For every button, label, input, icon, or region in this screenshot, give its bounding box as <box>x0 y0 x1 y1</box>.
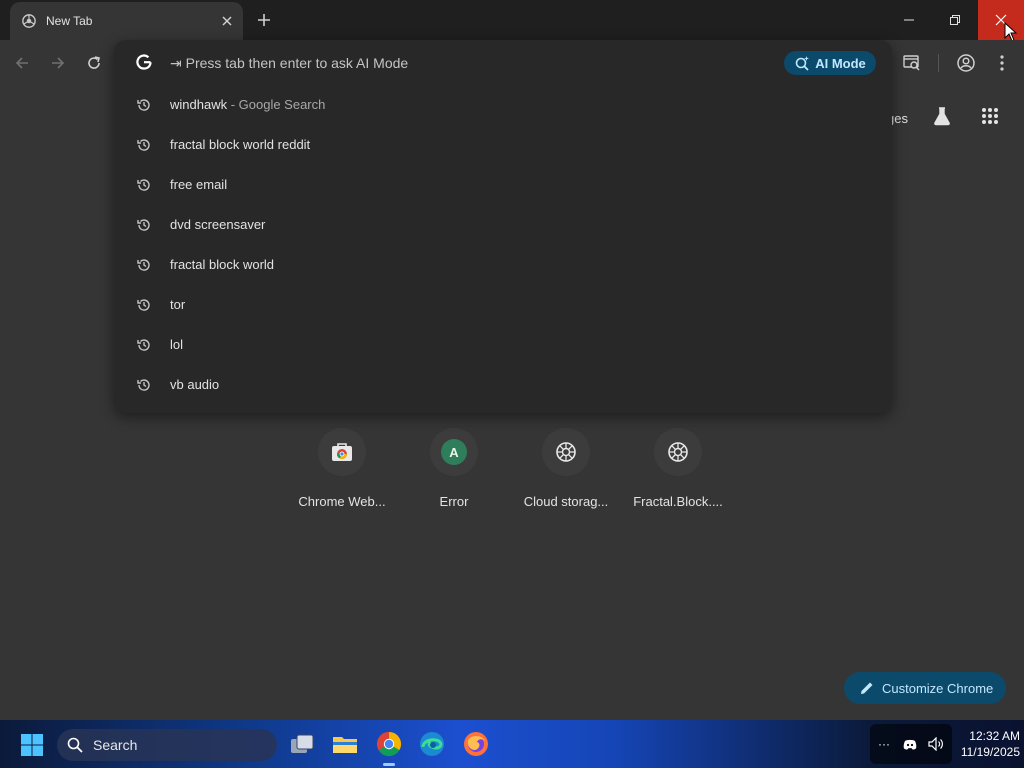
shortcut-tile[interactable]: Cloud storag... <box>510 428 622 509</box>
windows-start-icon[interactable] <box>20 733 44 757</box>
profile-button[interactable] <box>954 51 978 75</box>
volume-icon[interactable] <box>928 736 944 752</box>
labs-button[interactable] <box>930 104 954 128</box>
arrow-left-icon <box>15 57 28 69</box>
folder-icon <box>333 737 357 753</box>
history-icon <box>137 99 150 111</box>
suggestion-text: dvd screensaver <box>170 217 266 232</box>
omnibox-suggestion[interactable]: free email <box>114 165 892 205</box>
title-bar: New Tab <box>0 0 1024 42</box>
chrome-favicon-icon <box>22 14 36 28</box>
taskbar-clock[interactable]: 12:32 AM 11/19/2025 <box>950 728 1020 760</box>
history-icon <box>137 219 150 231</box>
shortcut-tile[interactable]: Fractal.Block.... <box>622 428 734 509</box>
close-tab-icon[interactable] <box>217 11 237 31</box>
globe-icon <box>556 442 576 462</box>
globe-icon <box>668 442 688 462</box>
omnibox-input[interactable]: ⇥ Press tab then enter to ask AI Mode AI… <box>114 40 892 86</box>
plus-icon <box>258 14 270 26</box>
customize-chrome-button[interactable]: Customize Chrome <box>844 672 1006 704</box>
omnibox-suggestion[interactable]: tor <box>114 285 892 325</box>
forward-button[interactable] <box>46 51 70 75</box>
suggestion-text: free email <box>170 177 228 192</box>
search-icon <box>67 737 83 753</box>
flask-icon <box>934 107 950 126</box>
reload-icon <box>88 56 100 69</box>
tab-search-button[interactable] <box>900 51 924 75</box>
ai-mode-label: AI Mode <box>815 55 866 71</box>
history-icon <box>137 179 150 191</box>
task-view-icon <box>291 734 314 753</box>
more-icon[interactable]: ··· <box>876 736 892 752</box>
omnibox-dropdown: ⇥ Press tab then enter to ask AI Mode AI… <box>114 40 892 413</box>
chrome-icon <box>376 732 402 757</box>
suggestion-suffix: - Google Search <box>227 97 326 112</box>
omnibox-suggestion[interactable]: fractal block world reddit <box>114 125 892 165</box>
file-explorer-button[interactable] <box>327 726 363 762</box>
menu-button[interactable] <box>990 51 1014 75</box>
history-icon <box>137 379 150 391</box>
clock-date: 11/19/2025 <box>960 745 1020 759</box>
pencil-icon <box>861 682 873 694</box>
omnibox-suggestion[interactable]: fractal block world <box>114 245 892 285</box>
restore-button[interactable] <box>932 0 978 40</box>
tab-title: New Tab <box>46 14 93 28</box>
arrow-right-icon <box>52 57 65 69</box>
google-apps-button[interactable] <box>978 104 1002 128</box>
taskbar-search-label: Search <box>93 737 138 753</box>
history-icon <box>137 339 150 351</box>
firefox-icon <box>464 732 488 756</box>
minimize-icon <box>904 19 914 21</box>
toolbar-divider <box>938 54 939 72</box>
discord-icon[interactable] <box>902 736 918 752</box>
tab-search-icon <box>903 55 920 71</box>
back-button[interactable] <box>10 51 34 75</box>
reload-button[interactable] <box>82 51 106 75</box>
history-icon <box>137 299 150 311</box>
chrome-web-store-icon <box>332 443 352 461</box>
tab-new-tab[interactable]: New Tab <box>10 2 243 40</box>
omnibox-suggestion[interactable]: dvd screensaver <box>114 205 892 245</box>
mouse-cursor-icon <box>1004 22 1018 42</box>
customize-chrome-label: Customize Chrome <box>882 680 994 696</box>
suggestion-text: fractal block world reddit <box>170 137 311 152</box>
clock-time: 12:32 AM <box>969 729 1020 743</box>
firefox-taskbar-button[interactable] <box>458 726 494 762</box>
task-view-button[interactable] <box>284 726 320 762</box>
letter-avatar: A <box>441 439 467 465</box>
ai-search-icon <box>795 56 810 71</box>
suggestion-text: vb audio <box>170 377 220 392</box>
omnibox-hint: ⇥ Press tab then enter to ask AI Mode <box>170 55 409 71</box>
suggestion-text: lol <box>170 337 184 352</box>
history-icon <box>137 259 150 271</box>
minimize-button[interactable] <box>886 0 932 40</box>
system-tray: ··· <box>870 724 952 764</box>
suggestion-text: fractal block world <box>170 257 275 272</box>
omnibox-suggestion[interactable]: vb audio <box>114 365 892 405</box>
history-icon <box>137 139 150 151</box>
new-tab-button[interactable] <box>252 8 276 32</box>
omnibox-suggestion[interactable]: windhawk - Google Search <box>114 85 892 125</box>
active-app-indicator <box>383 763 395 766</box>
restore-icon <box>950 15 960 25</box>
suggestion-text: tor <box>170 297 186 312</box>
more-vert-icon <box>1000 55 1004 71</box>
chrome-taskbar-button[interactable] <box>371 726 407 762</box>
suggestion-text: windhawk <box>170 97 228 112</box>
shortcut-tile[interactable]: A Error <box>398 428 510 509</box>
taskbar-search[interactable]: Search <box>57 729 277 761</box>
google-g-icon <box>136 54 152 70</box>
shortcut-tiles: Chrome Web... A Error Cloud storag... Fr… <box>286 428 734 509</box>
omnibox-suggestion[interactable]: lol <box>114 325 892 365</box>
edge-icon <box>420 732 444 756</box>
apps-grid-icon <box>982 108 998 124</box>
ai-mode-button[interactable]: AI Mode <box>784 51 876 75</box>
profile-icon <box>957 54 975 72</box>
shortcut-tile[interactable]: Chrome Web... <box>286 428 398 509</box>
edge-taskbar-button[interactable] <box>414 726 450 762</box>
